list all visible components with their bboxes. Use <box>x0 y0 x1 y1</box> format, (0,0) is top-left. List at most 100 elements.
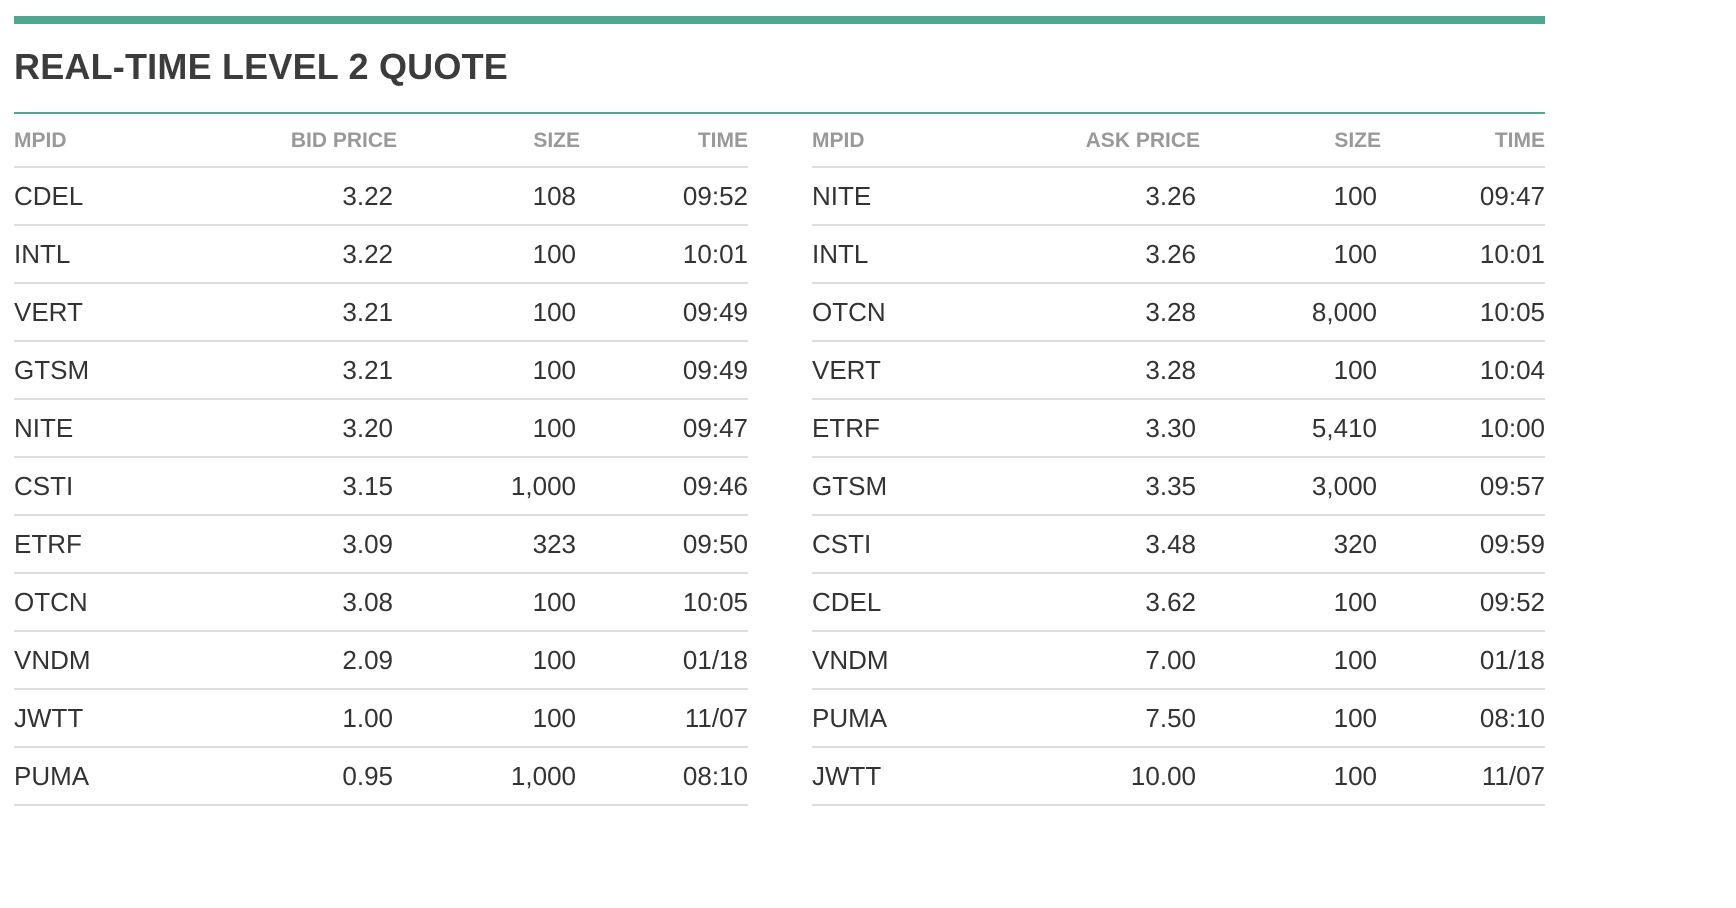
ask-size-cell: 100 <box>1200 225 1381 284</box>
ask-time-cell: 11/07 <box>1381 747 1545 806</box>
bid-header-row: MPID BID PRICE SIZE TIME <box>14 116 748 168</box>
bid-table-row: NITE 3.20 100 09:47 <box>14 399 748 458</box>
ask-header-mpid[interactable]: MPID <box>812 116 997 168</box>
ask-mpid-cell: PUMA <box>812 689 997 748</box>
bid-size-cell: 100 <box>397 631 580 690</box>
ask-size-cell: 320 <box>1200 515 1381 574</box>
ask-table-row: CDEL 3.62 100 09:52 <box>812 573 1545 632</box>
bid-mpid-cell: CSTI <box>14 457 194 516</box>
bid-table-row: VNDM 2.09 100 01/18 <box>14 631 748 690</box>
bid-size-cell: 1,000 <box>397 747 580 806</box>
ask-price-cell: 10.00 <box>997 747 1200 806</box>
bid-size-cell: 108 <box>397 167 580 226</box>
ask-size-cell: 8,000 <box>1200 283 1381 342</box>
ask-header-size[interactable]: SIZE <box>1200 116 1381 168</box>
bid-size-cell: 100 <box>397 283 580 342</box>
bid-table-row: GTSM 3.21 100 09:49 <box>14 341 748 400</box>
title-divider <box>14 112 1545 114</box>
bid-header-mpid[interactable]: MPID <box>14 116 194 168</box>
bid-mpid-cell: PUMA <box>14 747 194 806</box>
bid-mpid-cell: VNDM <box>14 631 194 690</box>
ask-price-cell: 3.28 <box>997 341 1200 400</box>
bid-price-cell: 0.95 <box>194 747 397 806</box>
bid-mpid-cell: OTCN <box>14 573 194 632</box>
bid-time-cell: 09:47 <box>580 399 748 458</box>
bid-time-cell: 09:49 <box>580 341 748 400</box>
bid-price-cell: 2.09 <box>194 631 397 690</box>
ask-price-cell: 3.30 <box>997 399 1200 458</box>
bid-table: MPID BID PRICE SIZE TIME CDEL 3.22 108 09:5… <box>14 116 748 806</box>
ask-mpid-cell: VNDM <box>812 631 997 690</box>
bid-size-cell: 1,000 <box>397 457 580 516</box>
ask-header-time[interactable]: TIME <box>1381 116 1545 168</box>
bid-time-cell: 10:01 <box>580 225 748 284</box>
ask-table-row: VNDM 7.00 100 01/18 <box>812 631 1545 690</box>
ask-size-cell: 5,410 <box>1200 399 1381 458</box>
bid-mpid-cell: GTSM <box>14 341 194 400</box>
ask-table-row: OTCN 3.28 8,000 10:05 <box>812 283 1545 342</box>
bid-header-price[interactable]: BID PRICE <box>194 116 397 168</box>
bid-price-cell: 3.09 <box>194 515 397 574</box>
ask-table-row: JWTT 10.00 100 11/07 <box>812 747 1545 806</box>
ask-table-row: INTL 3.26 100 10:01 <box>812 225 1545 284</box>
ask-time-cell: 09:52 <box>1381 573 1545 632</box>
bid-size-cell: 100 <box>397 225 580 284</box>
ask-mpid-cell: CDEL <box>812 573 997 632</box>
bid-table-row: PUMA 0.95 1,000 08:10 <box>14 747 748 806</box>
ask-mpid-cell: VERT <box>812 341 997 400</box>
ask-table-row: GTSM 3.35 3,000 09:57 <box>812 457 1545 516</box>
ask-price-cell: 3.26 <box>997 225 1200 284</box>
bid-price-cell: 3.22 <box>194 167 397 226</box>
ask-time-cell: 10:00 <box>1381 399 1545 458</box>
bid-time-cell: 11/07 <box>580 689 748 748</box>
ask-mpid-cell: INTL <box>812 225 997 284</box>
bid-table-row: INTL 3.22 100 10:01 <box>14 225 748 284</box>
ask-time-cell: 10:04 <box>1381 341 1545 400</box>
bid-time-cell: 09:50 <box>580 515 748 574</box>
bid-price-cell: 1.00 <box>194 689 397 748</box>
ask-table-row: ETRF 3.30 5,410 10:00 <box>812 399 1545 458</box>
bid-time-cell: 01/18 <box>580 631 748 690</box>
bid-price-cell: 3.15 <box>194 457 397 516</box>
ask-price-cell: 7.00 <box>997 631 1200 690</box>
ask-price-cell: 3.26 <box>997 167 1200 226</box>
ask-table-row: NITE 3.26 100 09:47 <box>812 167 1545 226</box>
ask-size-cell: 100 <box>1200 631 1381 690</box>
bid-mpid-cell: VERT <box>14 283 194 342</box>
bid-size-cell: 100 <box>397 573 580 632</box>
ask-size-cell: 100 <box>1200 747 1381 806</box>
ask-time-cell: 09:47 <box>1381 167 1545 226</box>
bid-time-cell: 09:49 <box>580 283 748 342</box>
bid-mpid-cell: JWTT <box>14 689 194 748</box>
bid-mpid-cell: CDEL <box>14 167 194 226</box>
bid-mpid-cell: ETRF <box>14 515 194 574</box>
ask-time-cell: 01/18 <box>1381 631 1545 690</box>
bid-mpid-cell: INTL <box>14 225 194 284</box>
bid-mpid-cell: NITE <box>14 399 194 458</box>
ask-mpid-cell: OTCN <box>812 283 997 342</box>
ask-table: MPID ASK PRICE SIZE TIME NITE 3.26 100 09:4… <box>812 116 1545 806</box>
bid-table-row: VERT 3.21 100 09:49 <box>14 283 748 342</box>
ask-mpid-cell: CSTI <box>812 515 997 574</box>
ask-time-cell: 10:05 <box>1381 283 1545 342</box>
bid-header-size[interactable]: SIZE <box>397 116 580 168</box>
ask-size-cell: 3,000 <box>1200 457 1381 516</box>
ask-size-cell: 100 <box>1200 689 1381 748</box>
ask-size-cell: 100 <box>1200 167 1381 226</box>
ask-price-cell: 3.35 <box>997 457 1200 516</box>
ask-header-price[interactable]: ASK PRICE <box>997 116 1200 168</box>
ask-time-cell: 10:01 <box>1381 225 1545 284</box>
bid-price-cell: 3.08 <box>194 573 397 632</box>
bid-time-cell: 10:05 <box>580 573 748 632</box>
bid-time-cell: 09:52 <box>580 167 748 226</box>
bid-price-cell: 3.21 <box>194 283 397 342</box>
accent-bar <box>14 16 1545 24</box>
ask-time-cell: 08:10 <box>1381 689 1545 748</box>
bid-table-row: CSTI 3.15 1,000 09:46 <box>14 457 748 516</box>
ask-table-row: CSTI 3.48 320 09:59 <box>812 515 1545 574</box>
ask-mpid-cell: NITE <box>812 167 997 226</box>
bid-header-time[interactable]: TIME <box>580 116 748 168</box>
bid-table-row: ETRF 3.09 323 09:50 <box>14 515 748 574</box>
ask-price-cell: 3.62 <box>997 573 1200 632</box>
page-title: REAL-TIME LEVEL 2 QUOTE <box>14 46 508 87</box>
